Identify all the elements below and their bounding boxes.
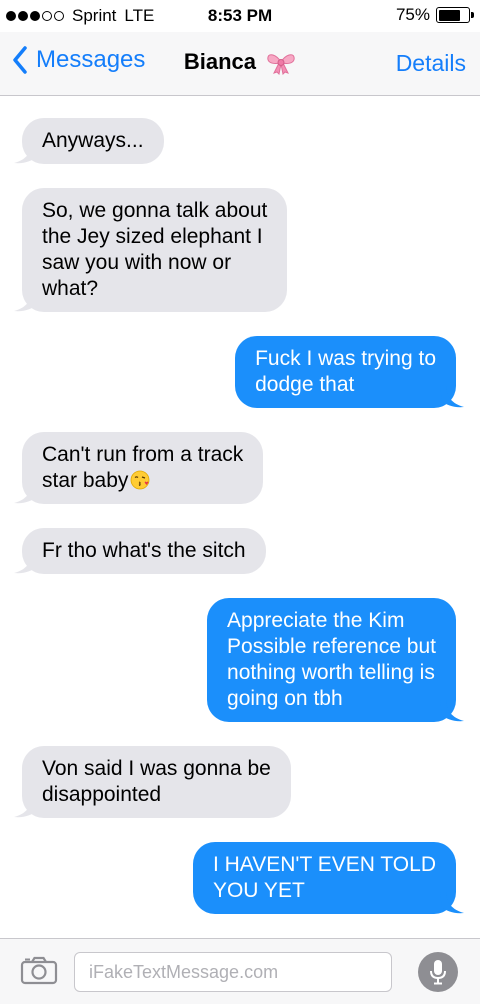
- status-right: 75%: [395, 5, 474, 25]
- details-button[interactable]: Details: [396, 50, 466, 77]
- face-blowing-kiss-icon: [130, 470, 150, 490]
- incoming-message[interactable]: So, we gonna talk about the Jey sized el…: [14, 188, 288, 312]
- battery-percentage: 75%: [395, 5, 430, 24]
- incoming-message[interactable]: Von said I was gonna be disappointed: [14, 746, 291, 818]
- message-text: Can't run from a track star baby: [42, 442, 243, 494]
- bubble-tail: [14, 552, 38, 574]
- message-text: Von said I was gonna be disappointed: [42, 757, 271, 806]
- message-input-field[interactable]: [74, 952, 392, 992]
- message-text: Fuck I was trying to dodge that: [255, 347, 436, 396]
- message-text: Fr tho what's the sitch: [42, 539, 246, 562]
- incoming-message[interactable]: Can't run from a track star baby: [14, 432, 264, 504]
- camera-icon: [20, 956, 58, 985]
- message-input[interactable]: [75, 953, 391, 991]
- ribbon-bow-icon: [267, 54, 295, 76]
- message-text: So, we gonna talk about the Jey sized el…: [42, 199, 268, 300]
- bubble-tail: [14, 482, 38, 504]
- bubble-tail: [440, 386, 464, 408]
- outgoing-message[interactable]: I HAVEN'T EVEN TOLD YOU YET: [192, 842, 464, 914]
- message-text: I HAVEN'T EVEN TOLD YOU YET: [212, 853, 436, 902]
- bubble-tail: [440, 700, 464, 722]
- bubble-tail: [440, 892, 464, 914]
- camera-button[interactable]: [20, 955, 58, 990]
- incoming-message[interactable]: Anyways...: [14, 118, 164, 164]
- outgoing-message[interactable]: Appreciate the Kim Possible reference bu…: [207, 598, 464, 722]
- outgoing-message[interactable]: Fuck I was trying to dodge that: [235, 336, 464, 408]
- contact-name: Bianca: [183, 49, 257, 74]
- message-text: Appreciate the Kim Possible reference bu…: [227, 609, 436, 710]
- incoming-message[interactable]: Fr tho what's the sitch: [14, 528, 266, 574]
- microphone-button[interactable]: [418, 952, 458, 992]
- bubble-tail: [14, 290, 38, 312]
- bubble-tail: [14, 796, 38, 818]
- message-text: Anyways...: [42, 129, 144, 152]
- battery-icon: [436, 7, 474, 23]
- microphone-icon: [430, 960, 446, 985]
- navigation-bar: Messages Bianca Details: [0, 32, 480, 96]
- compose-bar: [0, 938, 480, 1004]
- status-bar: Sprint LTE 8:53 PM 75%: [0, 0, 480, 32]
- message-thread[interactable]: Anyways... So, we gonna talk about the J…: [0, 96, 480, 938]
- bubble-tail: [14, 142, 38, 164]
